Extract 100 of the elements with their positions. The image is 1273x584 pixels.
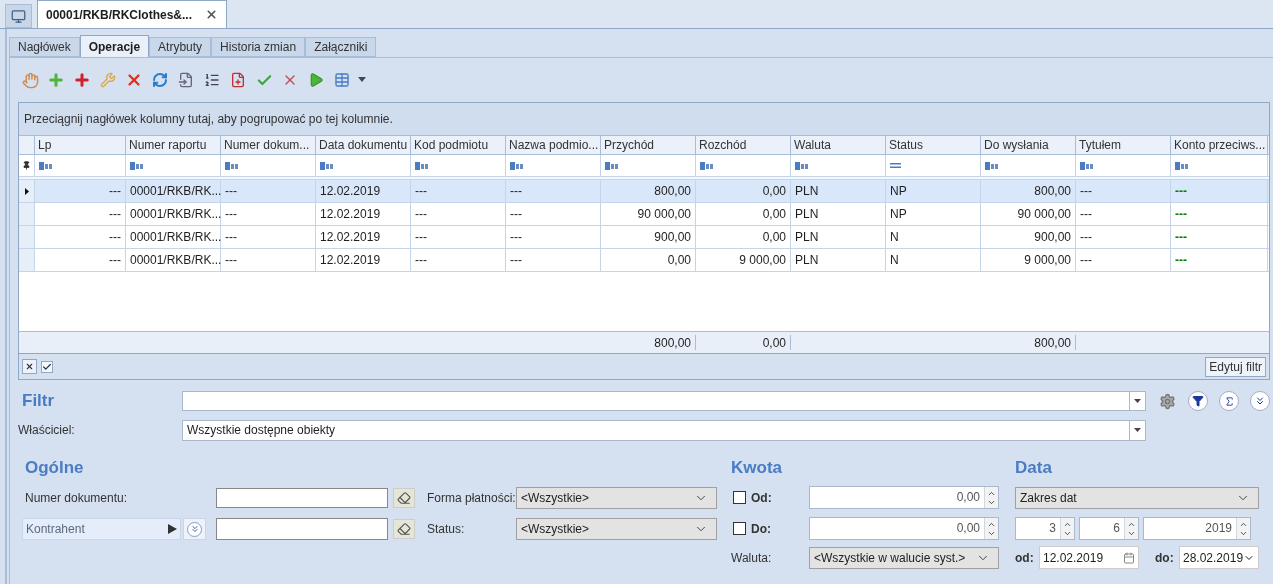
table-cell-text: 0,00 [762, 229, 786, 246]
column-header[interactable]: Status [886, 136, 981, 154]
document-tab[interactable]: 00001/RKB/RKClothes&... [37, 0, 227, 28]
column-header[interactable]: Tytułem [1076, 136, 1171, 154]
text-filter-icon[interactable] [795, 161, 809, 170]
caret-icon [1134, 428, 1141, 432]
table-cell-text: --- [1175, 183, 1187, 200]
dropdown-caret-icon[interactable] [358, 77, 366, 83]
date-to-field[interactable]: 28.02.2019 [1179, 546, 1259, 569]
date-range-select[interactable]: Zakres dat [1015, 486, 1259, 509]
date-spin-field[interactable]: 3 [1015, 517, 1075, 540]
monitor-icon[interactable] [5, 4, 32, 28]
column-header[interactable]: Przychód [601, 136, 696, 154]
payment-select[interactable]: <Wszystkie> [516, 487, 717, 509]
table-cell-text: 12.02.2019 [320, 183, 381, 200]
column-total: 0,00 [762, 334, 786, 352]
eraser-icon[interactable] [393, 488, 415, 508]
table-cell-text: PLN [795, 206, 819, 223]
contractor-button[interactable]: Kontrahent [22, 518, 181, 540]
date-spin-field[interactable]: 6 [1079, 517, 1139, 540]
text-filter-icon[interactable] [39, 161, 53, 170]
column-header[interactable]: Nazwa podmio... [506, 136, 601, 154]
contractor-field[interactable] [216, 518, 388, 540]
table-cell-text: --- [415, 183, 427, 200]
table-row[interactable]: --- 00001/RKB/RK... --- 12.02.2019 --- --- 900,00 0,00 PLN N 900,00 --- --- [19, 226, 1269, 249]
checkbox[interactable] [733, 522, 746, 535]
tab[interactable]: Nagłówek [9, 37, 80, 57]
clear-filter-button[interactable] [22, 359, 37, 374]
owner-combo[interactable]: Wszystkie dostępne obiekty [182, 419, 1146, 441]
text-filter-icon[interactable] [130, 161, 144, 170]
table-cell-text: --- [1175, 206, 1187, 223]
hand-icon[interactable] [20, 70, 40, 90]
column-header[interactable]: Lp [35, 136, 126, 154]
spin-buttons-icon [984, 518, 998, 539]
checkbox[interactable] [733, 491, 746, 504]
close-icon[interactable] [205, 8, 218, 21]
table-cell-text: --- [225, 206, 237, 223]
table-cell-text: 0,00 [762, 206, 786, 223]
table-cell-text: 800,00 [654, 183, 691, 200]
settings-icon[interactable] [1157, 391, 1177, 411]
text-filter-icon[interactable] [985, 161, 999, 170]
table-row[interactable]: --- 00001/RKB/RK... --- 12.02.2019 --- --- 0,00 9 000,00 PLN N 9 000,00 --- --- [19, 249, 1269, 272]
text-filter-icon[interactable] [605, 161, 619, 170]
filter-icon[interactable] [1188, 391, 1208, 411]
table-cell-text: 00001/RKB/RK... [130, 206, 222, 223]
document-number-field[interactable] [216, 488, 388, 508]
table-cell-text: 90 000,00 [1017, 206, 1071, 223]
row-indicator[interactable] [19, 180, 35, 202]
column-header[interactable]: Do wysłania [981, 136, 1076, 154]
amount-spin-field[interactable]: 0,00 [809, 486, 999, 509]
text-filter-icon[interactable] [225, 161, 239, 170]
amount-spin-field[interactable]: 0,00 [809, 517, 999, 540]
column-header[interactable]: Konto przeciws... [1171, 136, 1268, 154]
text-filter-icon[interactable] [320, 161, 334, 170]
filter-checkbox[interactable] [41, 360, 53, 373]
sum-icon[interactable] [1219, 391, 1239, 411]
table-row[interactable]: --- 00001/RKB/RK... --- 12.02.2019 --- --- 90 000,00 0,00 PLN NP 90 000,00 --- --- [19, 203, 1269, 226]
text-filter-icon[interactable] [510, 161, 524, 170]
eraser-icon[interactable] [393, 519, 415, 539]
column-header[interactable]: Rozchód [696, 136, 791, 154]
add-icon[interactable] [72, 70, 92, 90]
text-filter-icon[interactable] [1175, 161, 1189, 170]
table-cell-text: --- [1175, 252, 1187, 269]
table-icon[interactable] [332, 70, 352, 90]
table-cell-text: --- [1080, 252, 1092, 269]
calendar-icon[interactable] [1123, 551, 1135, 564]
text-filter-icon[interactable] [700, 161, 714, 170]
column-header[interactable]: Numer dokum... [221, 136, 316, 154]
table-cell-text: 800,00 [1034, 183, 1071, 200]
expand-icon[interactable] [1250, 391, 1270, 411]
table-cell-text: 90 000,00 [637, 206, 691, 223]
table-cell-text: --- [415, 252, 427, 269]
currency-select[interactable]: <Wszystkie w walucie syst.> [809, 546, 999, 569]
table-cell-text: PLN [795, 183, 819, 200]
currency-label: Waluta: [731, 549, 773, 567]
date-from-field[interactable]: 12.02.2019 [1039, 546, 1139, 569]
date-heading: Data [1015, 457, 1053, 479]
status-select[interactable]: <Wszystkie> [516, 518, 717, 540]
equals-filter-icon[interactable] [890, 163, 901, 168]
text-filter-icon[interactable] [415, 161, 429, 170]
tab[interactable]: Atrybuty [149, 37, 212, 57]
column-header[interactable]: Waluta [791, 136, 886, 154]
date-spin-field[interactable]: 2019 [1143, 517, 1251, 540]
spin-buttons-icon [1236, 518, 1250, 539]
edit-filter-button[interactable]: Edytuj filtr [1205, 356, 1266, 377]
table-cell-text: --- [510, 252, 522, 269]
tab[interactable]: Operacje [79, 35, 150, 57]
tab[interactable]: Historia zmian [211, 37, 306, 57]
column-header[interactable]: Numer raportu [126, 136, 221, 154]
refresh-icon[interactable] [150, 70, 170, 90]
column-header[interactable]: Kod podmiotu [411, 136, 506, 154]
tab[interactable]: Załączniki [305, 37, 377, 57]
table-row[interactable]: --- 00001/RKB/RK... --- 12.02.2019 --- --- 800,00 0,00 PLN NP 800,00 --- --- [19, 180, 1269, 203]
filter-heading: Filtr [22, 390, 56, 413]
pin-icon [22, 161, 31, 170]
column-header[interactable]: Data dokumentu [316, 136, 411, 154]
table-cell-text: 12.02.2019 [320, 206, 381, 223]
table-cell-text: N [890, 252, 899, 269]
expand-icon[interactable] [183, 518, 206, 540]
text-filter-icon[interactable] [1080, 161, 1094, 170]
